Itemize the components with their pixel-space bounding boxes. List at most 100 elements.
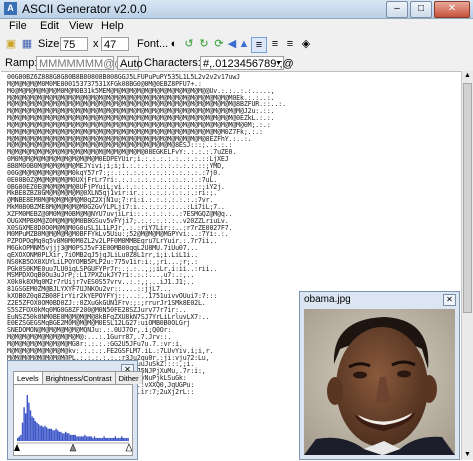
menu-view[interactable]: View [69, 20, 93, 32]
tab-levels[interactable]: Levels [13, 371, 43, 384]
photo-close-button[interactable]: ✕ [443, 294, 456, 306]
histogram-bar [89, 436, 91, 441]
window-title: ASCII Generator v2.0.0 [22, 2, 147, 16]
histogram-bar [65, 431, 67, 441]
invert-icon[interactable]: ◐ [167, 37, 181, 51]
histogram-bar [18, 436, 21, 441]
width-input[interactable]: 75 [60, 37, 88, 51]
histogram-bar [28, 402, 30, 441]
histogram-bar [127, 437, 129, 441]
histogram-bar [81, 436, 83, 441]
histogram-bar [63, 433, 65, 441]
histogram-bar [98, 437, 101, 441]
histogram-bar [36, 422, 38, 441]
rotate-right-icon[interactable]: ↻ [197, 37, 211, 51]
histogram-bar [97, 437, 99, 441]
characters-label: Characters: [144, 57, 201, 69]
black-point-handle[interactable] [14, 444, 20, 451]
align-justify-icon[interactable]: ≡ [251, 37, 267, 53]
histogram-bar [77, 436, 80, 441]
histogram-bar [69, 434, 72, 441]
histogram-bar [103, 436, 105, 441]
histogram-bar [26, 395, 29, 441]
histogram-bar [84, 434, 86, 441]
histogram-bar [52, 430, 54, 441]
ascii-text: 00G80BZ6Z888G8G80B8B80808B008GGJ5LFUPuPu… [7, 73, 286, 396]
photo-window-title: obama.jpg [304, 294, 351, 305]
size-x-label: x [93, 38, 99, 50]
ramp-input[interactable]: MMMMMMM@@ [36, 56, 125, 70]
minimize-button[interactable]: – [386, 1, 408, 18]
histogram-bar [95, 437, 97, 441]
histogram-bar [42, 427, 45, 441]
histogram-bar [31, 416, 33, 441]
histogram-bar [23, 407, 25, 441]
ramp-label: Ramp: [5, 57, 38, 69]
menu-help[interactable]: Help [101, 20, 124, 32]
flip-up-icon[interactable]: ▲ [237, 37, 251, 51]
histogram-bar [125, 437, 128, 441]
histogram-bar [101, 437, 104, 441]
histogram-bar [20, 434, 22, 441]
histogram-bar [55, 428, 57, 441]
align-right-icon[interactable]: ≡ [283, 37, 297, 51]
auto-button[interactable]: Auto [117, 56, 143, 70]
gamma-handle[interactable] [69, 443, 77, 452]
histogram-bar [50, 428, 53, 441]
scroll-thumb[interactable] [463, 83, 472, 313]
histogram-bar [44, 425, 46, 441]
vertical-scrollbar[interactable]: ▲ ▼ [461, 71, 473, 460]
refresh-icon[interactable]: ⟳ [212, 37, 226, 51]
histogram-bar [124, 437, 126, 441]
chevron-down-icon: ▼ [275, 60, 282, 67]
levels-panel [13, 384, 133, 456]
title-bar: A ASCII Generator v2.0.0 – □ ✕ [0, 0, 473, 19]
close-button[interactable]: ✕ [434, 1, 470, 18]
color-icon[interactable]: ◈ [299, 37, 313, 51]
font-button[interactable]: Font... [137, 38, 168, 50]
levels-window: ✕ Levels Brightness/Contrast Dither [7, 360, 143, 460]
characters-select[interactable]: #,.0123456789:;@ ▼ [200, 56, 294, 70]
white-point-handle[interactable] [125, 443, 133, 452]
histogram-bar [108, 437, 110, 441]
histogram-bar [61, 433, 64, 441]
histogram-bar [79, 436, 81, 441]
histogram-bar [73, 434, 75, 441]
open-folder-icon[interactable]: ▣ [4, 37, 18, 51]
align-left-icon[interactable]: ≡ [268, 37, 282, 51]
rotate-left-icon[interactable]: ↺ [182, 37, 196, 51]
tab-dither[interactable]: Dither [114, 371, 143, 384]
histogram-bar [47, 428, 49, 441]
histogram-bar [111, 437, 113, 441]
histogram-bar [76, 436, 78, 441]
size-label: Size: [38, 38, 63, 50]
scroll-up-icon[interactable]: ▲ [462, 71, 473, 81]
scroll-down-icon[interactable]: ▼ [462, 450, 473, 460]
photo-window: obama.jpg ✕ [299, 291, 460, 460]
histogram-bar [116, 437, 118, 441]
histogram-bar [119, 437, 121, 441]
histogram-bar [33, 418, 35, 441]
histogram-bar [39, 425, 41, 441]
histogram-bar [92, 437, 94, 441]
histogram-bar [74, 434, 77, 441]
menu-bar: File Edit View Help [0, 19, 473, 34]
histogram-bar [93, 436, 96, 441]
menu-file[interactable]: File [9, 20, 27, 32]
histogram-bar [49, 428, 51, 441]
histogram-bars [17, 395, 129, 441]
tab-brightness-contrast[interactable]: Brightness/Contrast [41, 371, 116, 384]
histogram-bar [106, 437, 109, 441]
histogram-bar [121, 436, 123, 441]
portrait-image [304, 309, 455, 455]
histogram-bar [117, 437, 120, 441]
histogram-bar [66, 433, 69, 441]
maximize-button[interactable]: □ [410, 1, 432, 18]
app-icon: A [4, 2, 17, 15]
levels-tabs: Levels Brightness/Contrast Dither [13, 371, 143, 384]
height-input[interactable]: 47 [101, 37, 129, 51]
menu-edit[interactable]: Edit [40, 20, 59, 32]
save-icon[interactable]: ▦ [20, 37, 34, 51]
ramp-bar: Ramp: MMMMMMM@@ Auto Characters: #,.0123… [0, 55, 473, 71]
histogram-bar [85, 436, 88, 441]
